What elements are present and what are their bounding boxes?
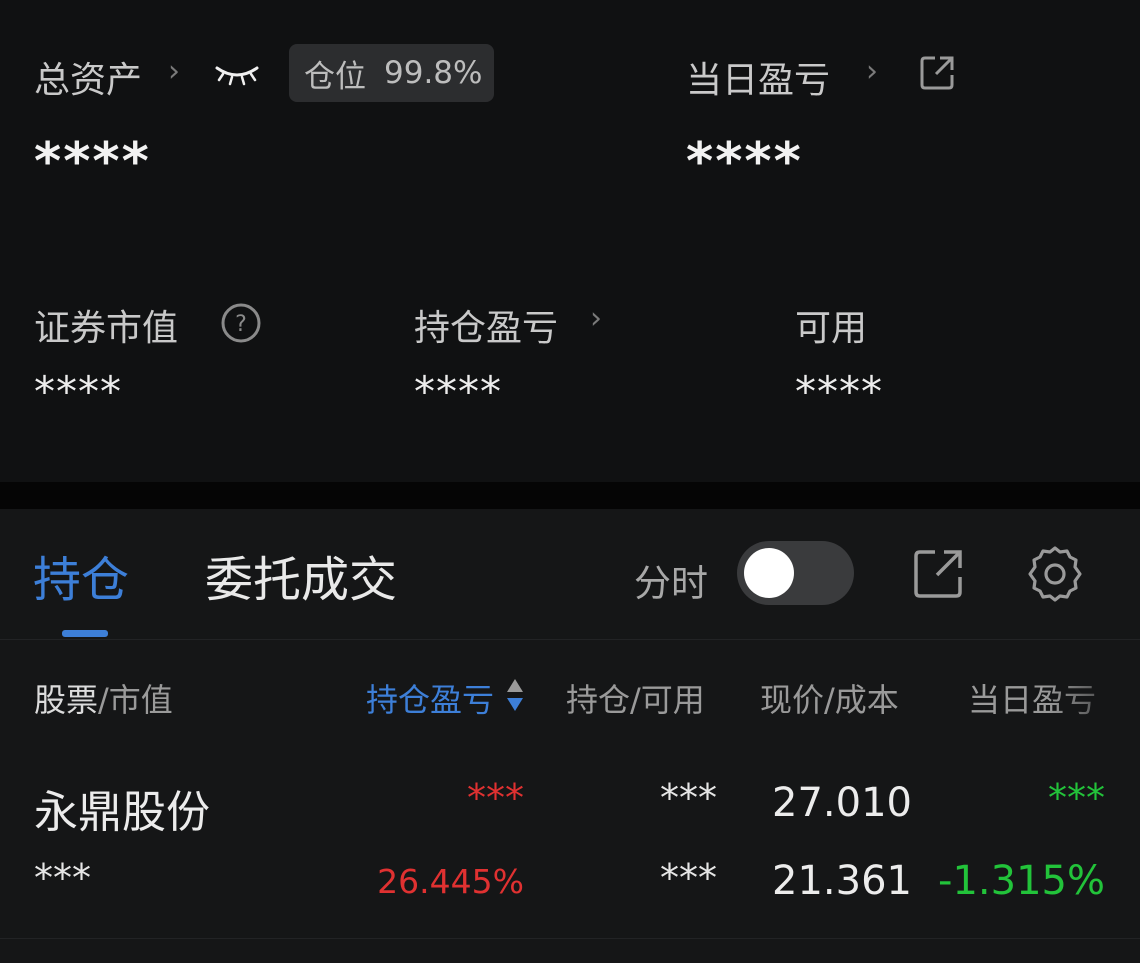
market-value-label: 证券市值 xyxy=(34,308,179,349)
stock-name: 永鼎股份 xyxy=(34,787,210,838)
account-summary: 总资产 › 仓位 99.8% **** 当日盈亏 › **** 证券市值 ? *… xyxy=(0,0,1140,482)
stock-market-value: *** xyxy=(34,856,91,900)
available-label: 可用 xyxy=(795,308,868,349)
market-value-header-label: /市值 xyxy=(98,681,173,719)
daily-pnl-amount: *** xyxy=(1048,776,1105,820)
holding-pnl-value: **** xyxy=(414,367,502,416)
section-divider xyxy=(0,482,1140,509)
timeshare-toggle[interactable] xyxy=(737,541,854,605)
svg-text:?: ? xyxy=(235,312,247,337)
help-icon[interactable]: ? xyxy=(220,302,262,344)
share-icon[interactable] xyxy=(918,54,956,92)
stock-header-label: 股票 xyxy=(34,681,99,719)
position-label: 仓位 xyxy=(304,58,366,95)
daily-pnl-label[interactable]: 当日盈亏 xyxy=(686,51,830,103)
cost-price: 21.361 xyxy=(772,858,912,904)
header-fade-overlay xyxy=(1048,650,1140,740)
available-quantity: *** xyxy=(660,856,717,900)
daily-pnl-chevron-icon[interactable]: › xyxy=(866,54,878,89)
market-value-value: **** xyxy=(34,367,122,416)
column-header-stock[interactable]: 股票/市值 xyxy=(34,675,173,721)
current-price: 27.010 xyxy=(772,780,912,826)
holding-quantity: *** xyxy=(660,776,717,820)
holding-pnl-percent: 26.445% xyxy=(377,862,524,901)
daily-pnl-percent: -1.315% xyxy=(938,858,1105,904)
holding-pnl-amount: *** xyxy=(467,776,524,820)
holding-pnl-label[interactable]: 持仓盈亏 xyxy=(414,299,558,351)
sort-icon[interactable] xyxy=(506,677,524,713)
timeshare-label: 分时 xyxy=(634,562,708,605)
position-ratio-badge: 仓位 99.8% xyxy=(289,44,494,102)
position-value: 99.8% xyxy=(384,55,483,91)
row-divider xyxy=(0,938,1140,939)
total-assets-value: **** xyxy=(34,132,151,192)
tab-holdings[interactable]: 持仓 xyxy=(33,540,129,610)
header-divider xyxy=(0,639,1140,640)
tab-orders-trades[interactable]: 委托成交 xyxy=(205,540,397,610)
column-header-holding-available[interactable]: 持仓/可用 xyxy=(566,675,705,721)
eye-closed-icon[interactable] xyxy=(214,62,260,86)
active-tab-indicator xyxy=(62,630,108,637)
holding-pnl-chevron-icon[interactable]: › xyxy=(590,301,602,336)
column-header-price-cost[interactable]: 现价/成本 xyxy=(760,675,899,721)
settings-gear-icon[interactable] xyxy=(1025,544,1085,604)
total-assets-chevron-icon[interactable]: › xyxy=(168,54,180,89)
available-value: **** xyxy=(795,367,883,416)
toggle-knob xyxy=(744,548,794,598)
total-assets-label[interactable]: 总资产 xyxy=(34,51,142,103)
export-icon[interactable] xyxy=(913,548,965,600)
daily-pnl-value: **** xyxy=(686,132,803,192)
column-header-holding-pnl[interactable]: 持仓盈亏 xyxy=(366,675,494,721)
